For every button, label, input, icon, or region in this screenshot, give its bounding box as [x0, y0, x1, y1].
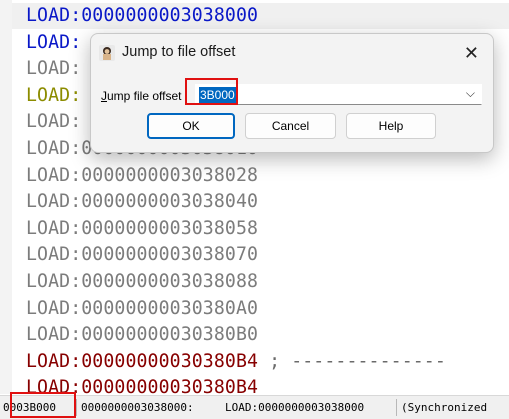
listing-line[interactable]: LOAD:00000000030380B0: [26, 322, 258, 348]
line-address: 0000000003038028: [81, 164, 259, 186]
jump-to-file-offset-dialog: Jump to file offset ✕ Jump file offset 3…: [90, 33, 494, 153]
segment-prefix: LOAD:: [26, 191, 82, 213]
label-rest: ump file offset: [107, 89, 182, 103]
highlight-value-box: [185, 78, 238, 105]
status-separator: [76, 399, 77, 416]
segment-prefix: LOAD:: [26, 58, 82, 80]
segment-prefix: LOAD:: [26, 244, 82, 266]
close-icon[interactable]: ✕: [464, 43, 479, 64]
segment-prefix: LOAD:: [26, 84, 82, 106]
line-address: 0000000003038070: [81, 244, 259, 266]
line-address: 0000000003038040: [81, 191, 259, 213]
status-sync: (Synchronized: [401, 401, 488, 414]
segment-prefix: LOAD:: [26, 5, 82, 26]
line-address: 00000000030380B4: [81, 350, 259, 372]
segment-prefix: LOAD:: [26, 31, 82, 53]
help-button[interactable]: Help: [346, 113, 436, 139]
listing-line[interactable]: LOAD:00000000030380A0: [26, 296, 258, 322]
highlight-offset-box: [10, 392, 76, 418]
ida-app-icon: [99, 45, 115, 61]
listing-line[interactable]: LOAD:: [26, 56, 81, 82]
jump-offset-label: Jump file offset: [101, 89, 181, 103]
segment-prefix: LOAD:: [26, 324, 82, 346]
listing-line[interactable]: LOAD:0000000003038070: [26, 242, 258, 268]
jump-offset-combobox[interactable]: 3B000 ⌵: [195, 84, 482, 105]
listing-line[interactable]: LOAD:0000000003038040: [26, 189, 258, 215]
listing-line[interactable]: LOAD:0000000003038000: [12, 3, 509, 29]
segment-prefix: LOAD:: [26, 138, 82, 159]
line-comment: ; --------------: [258, 350, 446, 372]
listing-line[interactable]: LOAD:: [26, 83, 81, 109]
listing-line[interactable]: LOAD:00000000030380B4 ; --------------: [26, 349, 446, 375]
segment-prefix: LOAD:: [26, 164, 82, 186]
line-address: 00000000030380A0: [81, 297, 259, 319]
cancel-button[interactable]: Cancel: [245, 113, 336, 139]
chevron-down-icon[interactable]: ⌵: [466, 86, 475, 101]
listing-gutter: [0, 0, 12, 394]
segment-prefix: LOAD:: [26, 217, 82, 239]
ok-button[interactable]: OK: [147, 113, 235, 139]
listing-line[interactable]: LOAD:0000000003038028: [26, 163, 258, 189]
segment-prefix: LOAD:: [26, 271, 82, 292]
line-address: 0000000003038088: [81, 271, 259, 292]
status-location: LOAD:0000000003038000: [225, 401, 365, 414]
line-address: 00000000030380B4: [81, 377, 259, 394]
segment-prefix: LOAD:: [26, 350, 82, 372]
status-bar: 0003B000 0000000003038000: LOAD:00000000…: [0, 395, 509, 419]
line-address: 0000000003038058: [81, 217, 259, 239]
dialog-title: Jump to file offset: [122, 44, 236, 60]
segment-prefix: LOAD:: [26, 297, 82, 319]
line-address: 0000000003038000: [81, 5, 259, 26]
status-address: 0000000003038000:: [81, 401, 194, 414]
status-separator: [396, 399, 397, 416]
listing-line[interactable]: LOAD:: [26, 30, 81, 56]
listing-line[interactable]: LOAD:0000000003038088: [26, 269, 258, 295]
listing-line[interactable]: LOAD:0000000003038058: [26, 216, 258, 242]
segment-prefix: LOAD:: [26, 111, 82, 133]
line-address: 00000000030380B0: [81, 324, 259, 346]
listing-line[interactable]: LOAD:: [26, 109, 81, 135]
